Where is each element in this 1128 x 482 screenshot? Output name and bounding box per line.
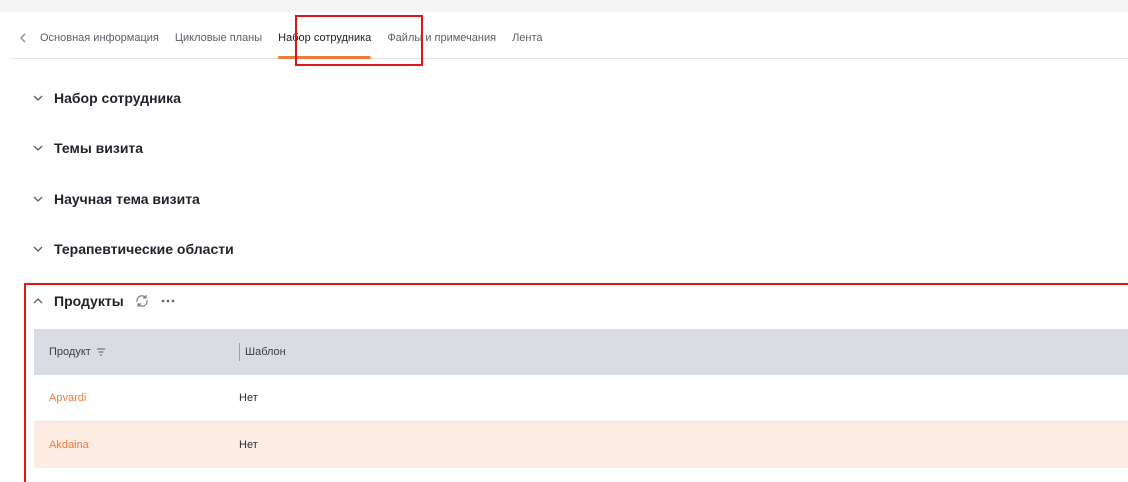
chevron-down-icon xyxy=(32,92,44,104)
chevron-down-icon xyxy=(32,243,44,255)
product-link[interactable]: Akdaina xyxy=(34,439,239,451)
section-title: Набор сотрудника xyxy=(54,90,181,106)
tab-cycle-plans[interactable]: Цикловые планы xyxy=(171,18,266,58)
section-title: Терапевтические области xyxy=(54,241,234,257)
section-scientific-topic[interactable]: Научная тема визита xyxy=(32,187,200,211)
section-products[interactable]: Продукты xyxy=(32,289,176,313)
section-employee-set[interactable]: Набор сотрудника xyxy=(32,86,181,110)
template-value: Нет xyxy=(239,439,258,451)
section-title: Научная тема визита xyxy=(54,191,200,207)
product-link[interactable]: Apvardi xyxy=(34,392,239,404)
tab-feed[interactable]: Лента xyxy=(508,18,546,58)
column-header-product[interactable]: Продукт xyxy=(34,329,239,375)
tab-bar: Основная информация Цикловые планы Набор… xyxy=(10,18,1128,59)
table-row[interactable]: Akdaina Нет xyxy=(34,422,1128,468)
column-header-label: Продукт xyxy=(49,346,91,358)
sort-icon[interactable] xyxy=(96,348,105,356)
chevron-down-icon xyxy=(32,193,44,205)
tab-main-info[interactable]: Основная информация xyxy=(36,18,163,58)
more-icon[interactable] xyxy=(160,299,176,303)
chevron-up-icon xyxy=(32,295,44,307)
section-therapeutic-areas[interactable]: Терапевтические области xyxy=(32,237,234,261)
section-visit-topics[interactable]: Темы визита xyxy=(32,136,143,160)
top-strip xyxy=(0,0,1128,12)
chevron-down-icon xyxy=(32,142,44,154)
products-table: Продукт Шаблон Apvardi Нет Akdaina Нет xyxy=(34,329,1128,468)
column-header-template[interactable]: Шаблон xyxy=(239,329,286,375)
column-header-label: Шаблон xyxy=(245,346,286,358)
highlight-active-tab xyxy=(295,15,423,66)
table-header: Продукт Шаблон xyxy=(34,329,1128,375)
table-row[interactable]: Apvardi Нет xyxy=(34,375,1128,422)
refresh-icon[interactable] xyxy=(134,294,150,308)
template-value: Нет xyxy=(239,392,258,404)
section-title: Темы визита xyxy=(54,140,144,156)
tabs-scroll-left-icon[interactable] xyxy=(10,18,36,58)
section-title: Продукты xyxy=(54,293,124,309)
